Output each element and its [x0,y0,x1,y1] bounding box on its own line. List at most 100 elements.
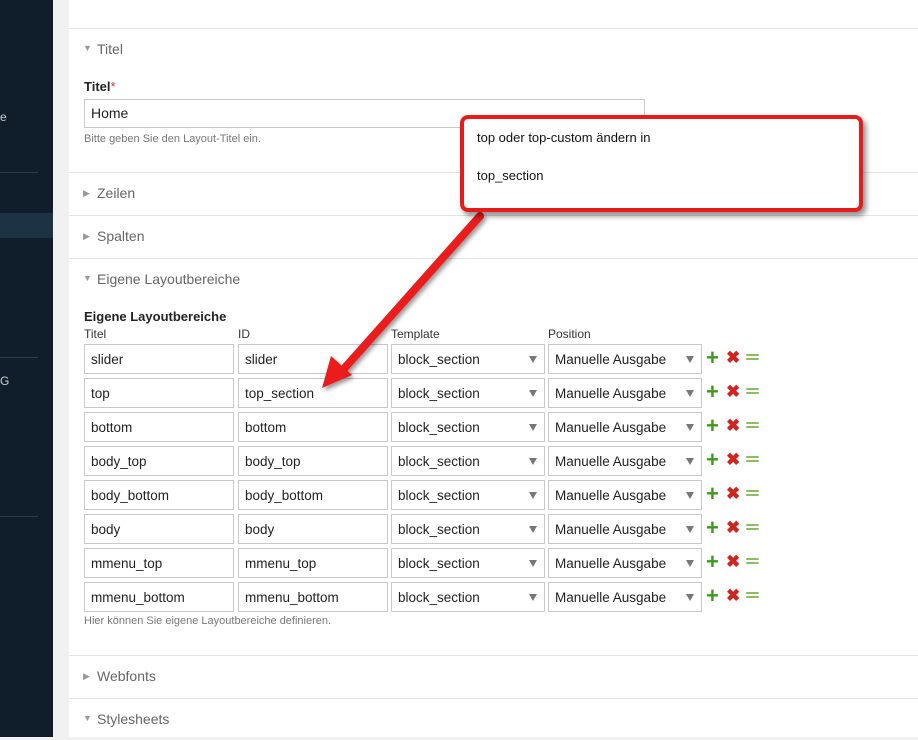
plus-icon[interactable]: + [706,381,722,403]
id-input[interactable]: top_section [238,378,388,408]
position-value: Manuelle Ausgabe [555,420,667,435]
section-spalten[interactable]: ▶ Spalten [69,215,918,257]
section-webfonts-label: Webfonts [97,668,156,684]
template-value: block_section [398,488,480,503]
sidebar-divider [0,172,38,173]
sidebar-text-fragment[interactable]: e [0,110,7,124]
id-input[interactable]: body [238,514,388,544]
title-input[interactable]: top [84,378,234,408]
table-row: mmenu_bottom mmenu_bottom block_section … [84,582,784,612]
drag-handle-icon[interactable] [746,388,759,397]
table-row: body_top body_top block_section Manuelle… [84,446,784,476]
position-select[interactable]: Manuelle Ausgabe [548,480,702,510]
drag-handle-icon[interactable] [746,592,759,601]
template-value: block_section [398,352,480,367]
section-titel[interactable]: ▼ Titel [69,28,918,70]
drag-handle-icon[interactable] [746,422,759,431]
template-value: block_section [398,420,480,435]
column-header-id: ID [238,327,250,341]
section-titel-label: Titel [97,41,123,57]
delete-x-icon[interactable]: ✖ [726,519,742,537]
chevron-down-icon [686,356,694,363]
section-stylesheets-label: Stylesheets [97,711,170,727]
plus-icon[interactable]: + [706,585,722,607]
sidebar-item-active[interactable] [0,213,53,238]
section-spalten-label: Spalten [97,228,145,244]
title-input[interactable]: body [84,514,234,544]
table-row: top top_section block_section Manuelle A… [84,378,784,408]
template-select[interactable]: block_section [391,412,545,442]
id-input[interactable]: body_top [238,446,388,476]
template-value: block_section [398,590,480,605]
drag-handle-icon[interactable] [746,456,759,465]
position-select[interactable]: Manuelle Ausgabe [548,446,702,476]
template-value: block_section [398,386,480,401]
custom-sections-help-text: Hier können Sie eigene Layoutbereiche de… [84,615,332,627]
template-select[interactable]: block_section [391,582,545,612]
table-row: mmenu_top mmenu_top block_section Manuel… [84,548,784,578]
template-select[interactable]: block_section [391,344,545,374]
position-select[interactable]: Manuelle Ausgabe [548,344,702,374]
plus-icon[interactable]: + [706,449,722,471]
section-webfonts[interactable]: ▶ Webfonts [69,655,918,697]
position-value: Manuelle Ausgabe [555,488,667,503]
section-eigene-label: Eigene Layoutbereiche [97,271,241,287]
drag-handle-icon[interactable] [746,490,759,499]
template-select[interactable]: block_section [391,480,545,510]
section-eigene-layoutbereiche[interactable]: ▼ Eigene Layoutbereiche [69,258,918,300]
collapsed-triangle-icon: ▶ [83,231,90,241]
id-input[interactable]: mmenu_top [238,548,388,578]
position-select[interactable]: Manuelle Ausgabe [548,412,702,442]
plus-icon[interactable]: + [706,347,722,369]
delete-x-icon[interactable]: ✖ [726,349,742,367]
position-select[interactable]: Manuelle Ausgabe [548,548,702,578]
template-select[interactable]: block_section [391,446,545,476]
delete-x-icon[interactable]: ✖ [726,485,742,503]
required-mark: * [110,79,116,94]
section-stylesheets[interactable]: ▼ Stylesheets [69,698,918,740]
position-select[interactable]: Manuelle Ausgabe [548,378,702,408]
delete-x-icon[interactable]: ✖ [726,553,742,571]
drag-handle-icon[interactable] [746,558,759,567]
plus-icon[interactable]: + [706,415,722,437]
position-select[interactable]: Manuelle Ausgabe [548,582,702,612]
delete-x-icon[interactable]: ✖ [726,383,742,401]
id-input[interactable]: mmenu_bottom [238,582,388,612]
title-input[interactable]: bottom [84,412,234,442]
table-row: bottom bottom block_section Manuelle Aus… [84,412,784,442]
sidebar-text-fragment[interactable]: G [0,374,9,388]
template-select[interactable]: block_section [391,378,545,408]
template-select[interactable]: block_section [391,548,545,578]
delete-x-icon[interactable]: ✖ [726,451,742,469]
title-input[interactable]: mmenu_bottom [84,582,234,612]
collapsed-triangle-icon: ▶ [83,671,90,681]
table-row: body_bottom body_bottom block_section Ma… [84,480,784,510]
template-select[interactable]: block_section [391,514,545,544]
position-select[interactable]: Manuelle Ausgabe [548,514,702,544]
title-input[interactable]: body_top [84,446,234,476]
position-value: Manuelle Ausgabe [555,386,667,401]
chevron-down-icon [529,390,537,397]
collapsed-triangle-icon: ▶ [83,188,90,198]
id-input[interactable]: bottom [238,412,388,442]
title-input[interactable]: mmenu_top [84,548,234,578]
drag-handle-icon[interactable] [746,524,759,533]
title-input[interactable]: body_bottom [84,480,234,510]
chevron-down-icon [686,424,694,431]
chevron-down-icon [529,526,537,533]
id-input[interactable]: body_bottom [238,480,388,510]
delete-x-icon[interactable]: ✖ [726,587,742,605]
chevron-down-icon [529,424,537,431]
plus-icon[interactable]: + [706,551,722,573]
section-zeilen-label: Zeilen [97,185,136,201]
annotation-line-1: top oder top-custom ändern in [477,130,651,145]
plus-icon[interactable]: + [706,483,722,505]
title-input[interactable]: slider [84,344,234,374]
delete-x-icon[interactable]: ✖ [726,417,742,435]
drag-handle-icon[interactable] [746,354,759,363]
plus-icon[interactable]: + [706,517,722,539]
expanded-triangle-icon: ▼ [83,713,92,723]
template-value: block_section [398,522,480,537]
expanded-triangle-icon: ▼ [83,273,92,283]
id-input[interactable]: slider [238,344,388,374]
